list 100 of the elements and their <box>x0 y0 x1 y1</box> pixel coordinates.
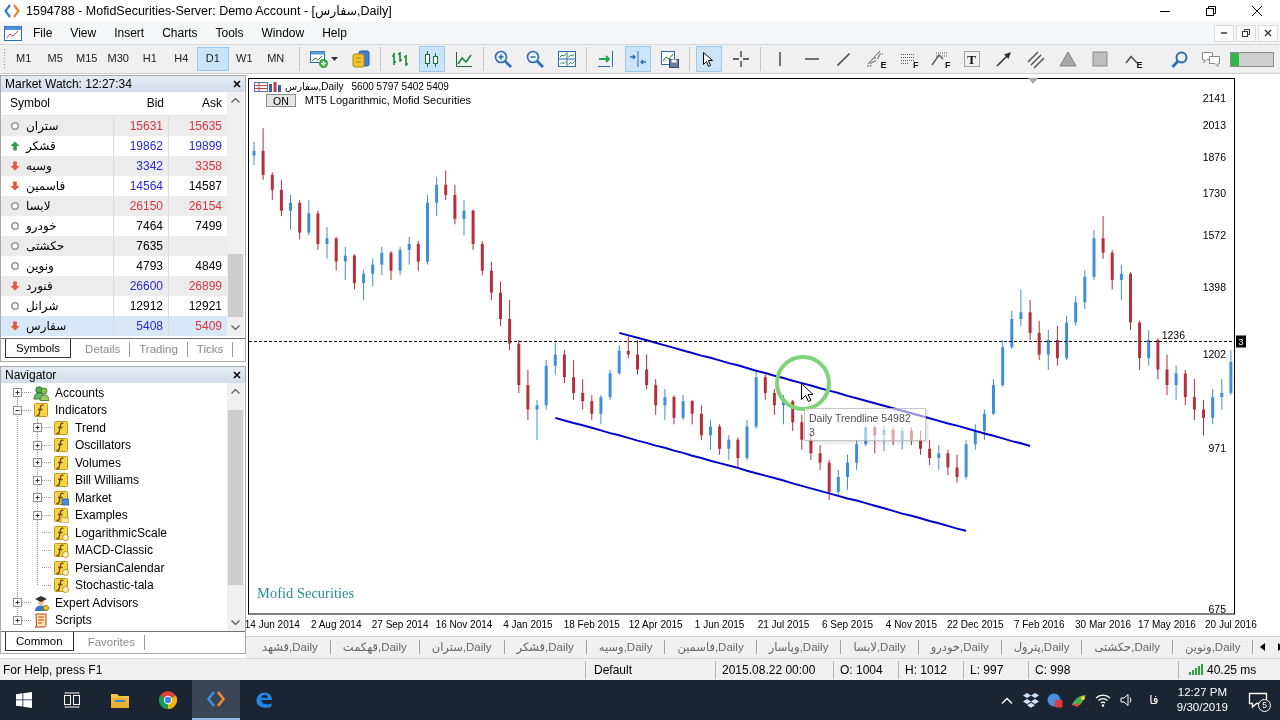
menu-item[interactable]: Help <box>313 23 356 43</box>
timeframe-button[interactable]: M1 <box>8 47 40 71</box>
panel-tab[interactable]: Common <box>5 632 74 651</box>
trendline[interactable] <box>618 331 1032 447</box>
cursor-button[interactable] <box>695 46 722 72</box>
tree-item[interactable]: Bill Williams <box>75 473 139 488</box>
candlestick <box>398 246 402 276</box>
menu-item[interactable]: View <box>61 23 106 43</box>
bars-icon <box>268 82 282 92</box>
tree-item[interactable]: LogarithmicScale <box>75 525 168 540</box>
menu-item[interactable]: Charts <box>153 23 207 43</box>
candlestick <box>407 236 411 266</box>
high-price: H: 1012 <box>898 660 963 679</box>
fan-tool-button[interactable]: F <box>926 46 953 72</box>
child-minimize-button[interactable] <box>1214 24 1234 42</box>
tree-item[interactable]: Examples <box>75 508 128 523</box>
candlestick-button[interactable] <box>418 46 445 72</box>
panel-tab[interactable]: Symbols <box>5 339 72 358</box>
candle <box>964 444 968 477</box>
trendline[interactable] <box>554 416 968 532</box>
column-header[interactable]: Ask <box>169 96 227 111</box>
chart-tab[interactable]: حکشتی,Daily <box>1082 640 1173 654</box>
scrollbar-thumb[interactable] <box>228 410 243 585</box>
timeframe-button[interactable]: M5 <box>39 47 71 71</box>
tree-item[interactable]: Scripts <box>55 613 92 628</box>
tree-item[interactable]: Accounts <box>55 385 105 400</box>
wave-tool-button[interactable]: E <box>1118 46 1145 72</box>
menu-item[interactable]: Insert <box>105 23 154 43</box>
menu-item[interactable]: Tools <box>206 23 253 43</box>
panel-tab[interactable]: Ticks <box>187 342 234 357</box>
chart-tab[interactable]: پترول,Daily <box>1001 640 1083 654</box>
axis-label: 1 Jun 2015 <box>694 619 745 630</box>
column-header[interactable]: Bid <box>114 96 169 111</box>
close-price: C: 998 <box>1028 660 1178 679</box>
candlestick <box>882 426 886 452</box>
horizontal-line-icon <box>804 58 819 60</box>
menu-item[interactable]: Window <box>252 23 314 43</box>
menu-item[interactable]: File <box>24 23 62 43</box>
leaf-icon <box>1070 692 1087 708</box>
minimize-icon <box>1160 10 1170 12</box>
zoom-out-icon <box>524 49 545 69</box>
panel-tab[interactable]: Trading <box>130 342 188 357</box>
chart-tab[interactable]: وپاسار,Daily <box>756 640 842 654</box>
timeframe-button[interactable]: D1 <box>197 47 229 71</box>
child-close-button[interactable] <box>1258 24 1278 42</box>
text-tool-button[interactable]: T <box>958 46 985 72</box>
language-indicator[interactable]: فا <box>1138 680 1169 720</box>
chart-tab[interactable]: قشهد,Daily <box>250 640 331 654</box>
panel-tab[interactable]: Favorites <box>78 635 145 650</box>
tree-item[interactable]: Stochastic-tala <box>75 578 154 593</box>
fibo-tool-button[interactable]: E <box>862 46 889 72</box>
e-logo-icon <box>254 690 274 710</box>
tooltip-text: Daily Trendline 54982 <box>809 411 911 425</box>
timeframe-button[interactable]: H4 <box>165 47 197 71</box>
grid-tool-button[interactable]: F <box>894 46 921 72</box>
chart-tab[interactable]: وسیه,Daily <box>586 640 666 654</box>
timeframe-button[interactable]: H1 <box>134 47 166 71</box>
pointer-icon <box>703 51 714 67</box>
tree-item[interactable]: MACD-Classic <box>75 543 153 558</box>
notifications-button[interactable]: 5 <box>1236 680 1280 720</box>
shift-marker-icon <box>1028 78 1038 84</box>
chart-tab[interactable]: ستران,Daily <box>419 640 505 654</box>
tree-item[interactable]: PersianCalendar <box>75 560 165 575</box>
timeframe-button[interactable]: MN <box>260 47 292 71</box>
timeframe-button[interactable]: W1 <box>228 47 260 71</box>
column-header[interactable]: Symbol <box>1 96 114 111</box>
candlestick <box>435 176 439 217</box>
timeframe-button[interactable]: M15 <box>71 47 103 71</box>
candlestick <box>718 423 722 456</box>
horizontal-line[interactable] <box>248 341 1235 342</box>
symbol-text: خودرو <box>26 218 57 234</box>
chart-tab[interactable]: خودرو,Daily <box>918 640 1002 654</box>
child-restore-button[interactable] <box>1236 24 1256 42</box>
tree-item[interactable]: Oscillators <box>75 438 131 453</box>
chart-tab[interactable]: ونوین,Daily <box>1173 640 1254 654</box>
tree-item[interactable]: Expert Advisors <box>55 595 139 610</box>
candlestick <box>873 425 877 454</box>
diamond-box-icon <box>1022 692 1039 708</box>
candlestick <box>1192 378 1196 421</box>
symbol-text: قشکر <box>26 138 56 154</box>
tree-item[interactable]: Market <box>75 490 112 505</box>
chart-tab[interactable]: لابسا,Daily <box>841 640 919 654</box>
trading-app-button[interactable] <box>192 680 240 720</box>
tree-item[interactable]: Volumes <box>75 455 122 470</box>
tree-item[interactable]: Indicators <box>55 403 108 418</box>
scrollbar-thumb[interactable] <box>228 254 243 317</box>
axis-label: 971 <box>1208 442 1226 455</box>
chart-tab[interactable]: قهکمت,Daily <box>330 640 420 654</box>
indicator-toggle-button[interactable]: ON <box>266 94 296 108</box>
timeframe-button[interactable]: M30 <box>102 47 134 71</box>
triangle-icon <box>1057 49 1078 69</box>
panel-tab[interactable]: Details <box>76 342 131 357</box>
ask-price: 19899 <box>188 138 222 153</box>
function-icon <box>53 454 69 471</box>
chart-tab[interactable]: فاسمین,Daily <box>665 640 757 654</box>
candlestick <box>672 394 676 425</box>
chart-tab[interactable]: قشکر,Daily <box>504 640 587 654</box>
tree-item[interactable]: Trend <box>75 420 106 435</box>
clock[interactable]: 12:27 PM 9/30/2019 <box>1168 680 1236 720</box>
chart-shift-button[interactable] <box>624 46 651 72</box>
